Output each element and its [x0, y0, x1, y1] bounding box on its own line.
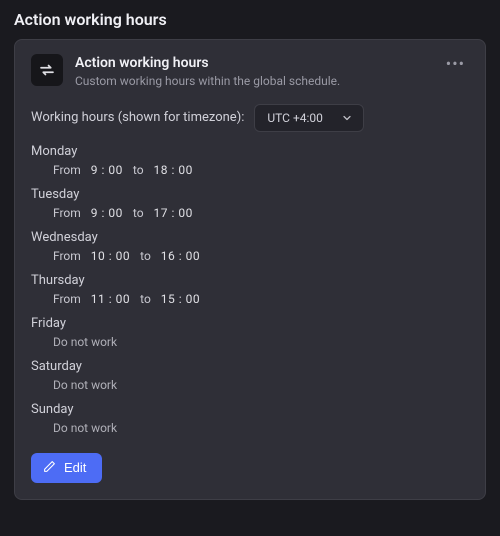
do-not-work-label: Do not work: [31, 378, 469, 392]
from-time: 9 : 00: [91, 206, 123, 220]
day-hours: From 11 : 00 to 15 : 00: [31, 292, 469, 306]
timezone-select[interactable]: UTC +4:00: [254, 104, 364, 132]
card-title: Action working hours: [75, 54, 430, 72]
to-label: to: [133, 206, 144, 220]
days-list: Monday From 9 : 00 to 18 : 00 Tuesday From 9 : …: [31, 144, 469, 435]
day-hours: From 9 : 00 to 18 : 00: [31, 163, 469, 177]
more-menu-button[interactable]: •••: [442, 54, 469, 74]
timezone-row: Working hours (shown for timezone): UTC …: [31, 104, 469, 132]
to-time: 15 : 00: [161, 292, 200, 306]
pencil-icon: [43, 460, 56, 476]
day-block: Wednesday From 10 : 00 to 16 : 00: [31, 230, 469, 263]
day-name: Wednesday: [31, 230, 469, 245]
timezone-label: Working hours (shown for timezone):: [31, 110, 244, 125]
to-label: to: [140, 249, 151, 263]
edit-button[interactable]: Edit: [31, 453, 102, 483]
day-name: Sunday: [31, 402, 469, 417]
edit-button-label: Edit: [64, 460, 86, 475]
from-time: 11 : 00: [91, 292, 130, 306]
from-label: From: [53, 163, 81, 177]
do-not-work-label: Do not work: [31, 335, 469, 349]
chevron-down-icon: [341, 112, 353, 124]
day-block: Sunday Do not work: [31, 402, 469, 435]
day-hours: From 10 : 00 to 16 : 00: [31, 249, 469, 263]
card-subtitle: Custom working hours within the global s…: [75, 73, 430, 90]
day-name: Saturday: [31, 359, 469, 374]
day-name: Monday: [31, 144, 469, 159]
to-label: to: [133, 163, 144, 177]
to-label: to: [140, 292, 151, 306]
day-block: Tuesday From 9 : 00 to 17 : 00: [31, 187, 469, 220]
day-name: Tuesday: [31, 187, 469, 202]
day-hours: From 9 : 00 to 17 : 00: [31, 206, 469, 220]
from-time: 9 : 00: [91, 163, 123, 177]
card-header: Action working hours Custom working hour…: [31, 54, 469, 90]
page-title: Action working hours: [14, 10, 486, 29]
day-block: Monday From 9 : 00 to 18 : 00: [31, 144, 469, 177]
from-label: From: [53, 206, 81, 220]
swap-icon: [31, 54, 63, 86]
from-time: 10 : 00: [91, 249, 130, 263]
day-block: Saturday Do not work: [31, 359, 469, 392]
from-label: From: [53, 249, 81, 263]
day-name: Thursday: [31, 273, 469, 288]
do-not-work-label: Do not work: [31, 421, 469, 435]
day-block: Friday Do not work: [31, 316, 469, 349]
timezone-value: UTC +4:00: [267, 111, 323, 125]
to-time: 18 : 00: [154, 163, 193, 177]
from-label: From: [53, 292, 81, 306]
day-block: Thursday From 11 : 00 to 15 : 00: [31, 273, 469, 306]
to-time: 16 : 00: [161, 249, 200, 263]
to-time: 17 : 00: [154, 206, 193, 220]
working-hours-card: Action working hours Custom working hour…: [14, 39, 486, 500]
day-name: Friday: [31, 316, 469, 331]
